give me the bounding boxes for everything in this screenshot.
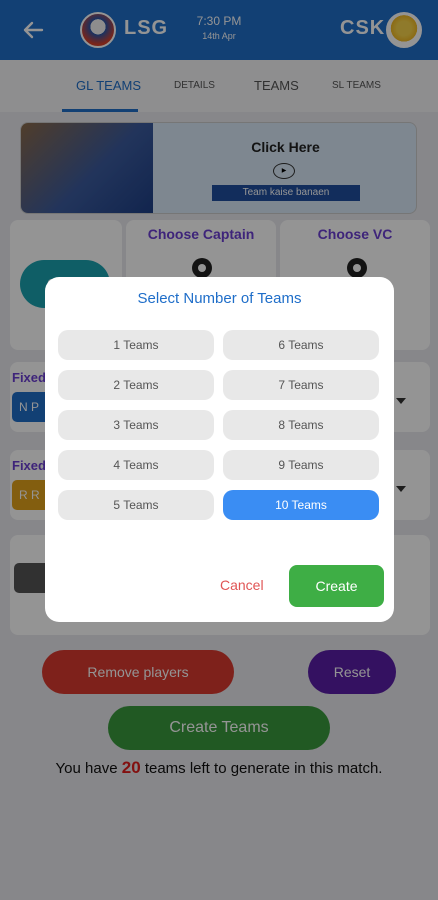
option-1-teams[interactable]: 1 Teams bbox=[58, 330, 214, 360]
option-4-teams[interactable]: 4 Teams bbox=[58, 450, 214, 480]
create-button[interactable]: Create bbox=[289, 565, 384, 607]
option-9-teams[interactable]: 9 Teams bbox=[223, 450, 379, 480]
option-2-teams[interactable]: 2 Teams bbox=[58, 370, 214, 400]
option-10-teams[interactable]: 10 Teams bbox=[223, 490, 379, 520]
option-3-teams[interactable]: 3 Teams bbox=[58, 410, 214, 440]
option-5-teams[interactable]: 5 Teams bbox=[58, 490, 214, 520]
select-teams-dialog: Select Number of Teams 1 Teams 2 Teams 3… bbox=[45, 277, 394, 622]
option-6-teams[interactable]: 6 Teams bbox=[223, 330, 379, 360]
cancel-button[interactable]: Cancel bbox=[220, 577, 264, 593]
dialog-title: Select Number of Teams bbox=[137, 290, 302, 307]
option-7-teams[interactable]: 7 Teams bbox=[223, 370, 379, 400]
option-8-teams[interactable]: 8 Teams bbox=[223, 410, 379, 440]
